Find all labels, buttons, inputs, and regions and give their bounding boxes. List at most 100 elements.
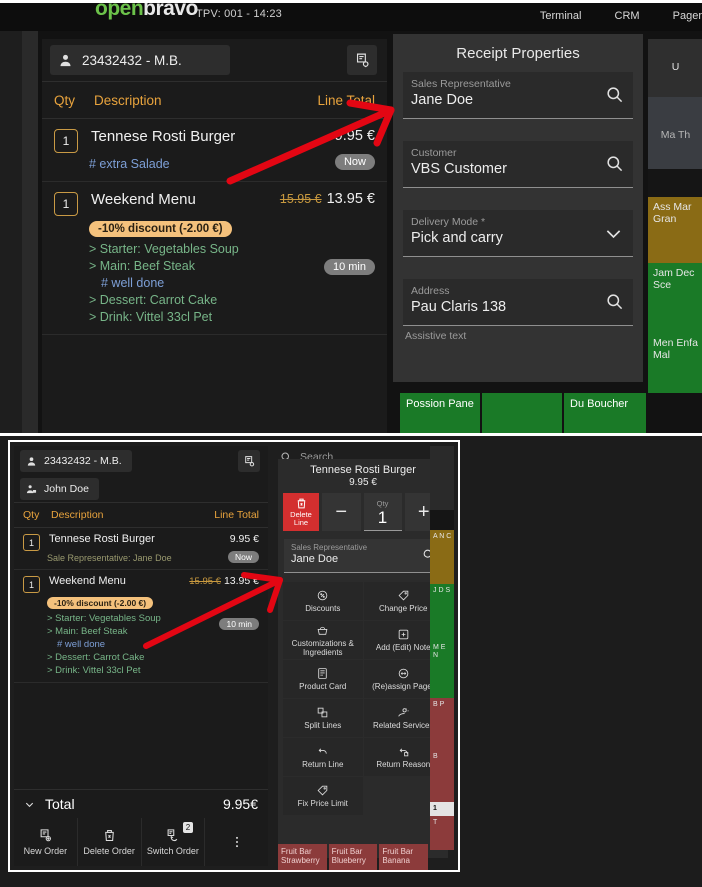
- receipt-panel: 23432432 - M.B. John Doe Qty Description…: [14, 446, 268, 866]
- action-label: Related Services: [373, 721, 433, 730]
- line-option: > Drink: Vittel 33cl Pet: [89, 310, 375, 324]
- new-order-button[interactable]: New Order: [14, 818, 77, 866]
- col-qty: Qty: [23, 509, 51, 521]
- product-tile-column: U Ma Th Ass Mar Gran Jam Dec Sce Men Enf…: [648, 39, 702, 433]
- action-return-line[interactable]: Return Line: [283, 738, 363, 776]
- product-tile[interactable]: Fruit Bar Strawberry: [278, 844, 327, 870]
- nav-terminal[interactable]: Terminal: [540, 10, 582, 22]
- product-tile[interactable]: Possion Pane: [400, 393, 480, 433]
- order-total-row[interactable]: Total 9.95€: [14, 789, 268, 818]
- product-tile[interactable]: Fruit Bar Banana: [379, 844, 428, 870]
- col-line-total: Line Total: [317, 93, 375, 108]
- order-total-value: 9.95€: [223, 796, 258, 812]
- return-line-icon: [316, 745, 329, 758]
- field-value: Pau Claris 138: [411, 299, 595, 315]
- line-option: > Dessert: Carrot Cake: [89, 293, 375, 307]
- field-sales-representative[interactable]: Sales Representative Jane Doe: [403, 72, 633, 119]
- receipt-settings-icon[interactable]: [347, 45, 377, 75]
- chevron-down-icon[interactable]: [24, 799, 35, 810]
- product-tile-divider: [648, 169, 702, 197]
- product-tile[interactable]: U: [648, 39, 702, 97]
- action-label: (Re)assign Pager: [372, 682, 434, 691]
- line-option: > Drink: Vittel 33cl Pet: [47, 665, 259, 676]
- sales-rep-icon: [26, 484, 37, 495]
- line-timing-badge[interactable]: 10 min: [219, 618, 259, 630]
- action-fix-price-limit[interactable]: Fix Price Limit: [283, 777, 363, 815]
- switch-order-button[interactable]: 2 Switch Order: [141, 818, 205, 866]
- receipt-line-item[interactable]: 1 Weekend Menu 15.95 €13.95 € -10% disco…: [42, 182, 387, 335]
- product-tile[interactable]: Ma Th: [648, 97, 702, 169]
- field-label: Sales Representative: [291, 543, 412, 552]
- product-tile[interactable]: Ass Mar Gran: [648, 197, 702, 263]
- more-options-button[interactable]: [204, 818, 268, 866]
- price-tag-icon: [397, 589, 410, 602]
- logo-text-green: open: [95, 0, 143, 20]
- customer-chip[interactable]: 23432432 - M.B.: [20, 450, 132, 472]
- line-timing-badge[interactable]: Now: [335, 154, 375, 170]
- field-label: Sales Representative: [411, 78, 595, 91]
- field-sales-representative[interactable]: Sales Representative Jane Doe: [284, 539, 442, 573]
- search-icon[interactable]: [605, 292, 624, 311]
- order-total-label: Total: [45, 796, 223, 812]
- receipt-line-item[interactable]: 1 Tennese Rosti Burger 9.95 € Sale Repre…: [14, 528, 268, 570]
- search-icon[interactable]: [605, 85, 624, 104]
- nav-pager[interactable]: Pager: [673, 10, 702, 22]
- receipt-properties-title: Receipt Properties: [393, 34, 643, 72]
- action-product-card[interactable]: Product Card: [283, 660, 363, 698]
- top-nav[interactable]: Terminal CRM Pager: [510, 10, 702, 22]
- action-split-lines[interactable]: Split Lines: [283, 699, 363, 737]
- field-value: Jane Doe: [411, 92, 595, 108]
- customer-chip[interactable]: 23432432 - M.B.: [50, 45, 230, 75]
- quantity-value: 1: [378, 508, 387, 527]
- receipt-line-item[interactable]: 1 Weekend Menu 15.95 €13.95 € -10% disco…: [14, 570, 268, 683]
- receipt-settings-icon[interactable]: [238, 450, 260, 472]
- line-timing-badge[interactable]: 10 min: [324, 259, 375, 275]
- discount-icon: [316, 589, 329, 602]
- product-tile[interactable]: T: [430, 816, 454, 850]
- field-value: Pick and carry: [411, 230, 595, 246]
- terminal-info: TPV: 001 - 14:23: [196, 8, 282, 20]
- product-tile[interactable]: Men Enfa Mal: [648, 333, 702, 393]
- quantity-stepper[interactable]: Qty 1: [364, 493, 402, 531]
- return-reason-icon: [397, 745, 410, 758]
- sales-rep-chip[interactable]: John Doe: [20, 478, 99, 500]
- action-discounts[interactable]: Discounts: [283, 582, 363, 620]
- product-tile[interactable]: Jam Dec Sce: [648, 263, 702, 333]
- field-delivery-mode[interactable]: Delivery Mode * Pick and carry: [403, 210, 633, 257]
- receipt-line-item[interactable]: 1 Tennese Rosti Burger 9.95 € # extra Sa…: [42, 119, 387, 182]
- line-final-price: 13.95 €: [327, 191, 375, 207]
- product-tile-badge[interactable]: 1: [430, 802, 454, 816]
- related-services-icon: [397, 706, 410, 719]
- line-timing-badge[interactable]: Now: [228, 551, 259, 563]
- product-detail-popup: Tennese Rosti Burger 9.95 € Delete Line …: [278, 459, 448, 858]
- product-tile[interactable]: B P: [430, 698, 454, 750]
- receipt-column-headers: Qty Description Line Total: [14, 502, 268, 528]
- more-vertical-icon: [230, 835, 244, 849]
- product-tile-line1: Fruit Bar: [281, 847, 324, 856]
- left-rail[interactable]: [22, 31, 38, 433]
- nav-crm[interactable]: CRM: [615, 10, 640, 22]
- search-icon[interactable]: [605, 154, 624, 173]
- product-tile[interactable]: B: [430, 750, 454, 802]
- delete-line-button[interactable]: Delete Line: [283, 493, 319, 531]
- pager-icon: [397, 667, 410, 680]
- product-tile[interactable]: [482, 393, 562, 433]
- product-tile[interactable]: Du Boucher: [564, 393, 646, 433]
- quantity-decrement-button[interactable]: −: [322, 493, 361, 531]
- field-customer[interactable]: Customer VBS Customer: [403, 141, 633, 188]
- product-tile[interactable]: Fruit Bar Blueberry: [329, 844, 378, 870]
- action-customizations-ingredients[interactable]: Customizations & Ingredients: [283, 621, 363, 659]
- product-tile[interactable]: J D S: [430, 584, 454, 641]
- receipt-customer-row: 23432432 - M.B.: [42, 39, 387, 81]
- line-note: # extra Salade: [89, 157, 375, 171]
- chevron-down-icon[interactable]: [603, 223, 624, 244]
- receipt-properties-popup: Receipt Properties Sales Representative …: [393, 34, 643, 382]
- product-tile[interactable]: A N C: [430, 530, 454, 584]
- app-bar: openbravo TPV: 001 - 14:23 Terminal CRM …: [0, 3, 702, 31]
- product-tile[interactable]: M E N: [430, 641, 454, 698]
- delete-order-button[interactable]: Delete Order: [77, 818, 141, 866]
- field-value: VBS Customer: [411, 161, 595, 177]
- line-qty: 1: [54, 192, 78, 216]
- field-address[interactable]: Address Pau Claris 138: [403, 279, 633, 326]
- delete-line-label: Delete Line: [283, 511, 319, 528]
